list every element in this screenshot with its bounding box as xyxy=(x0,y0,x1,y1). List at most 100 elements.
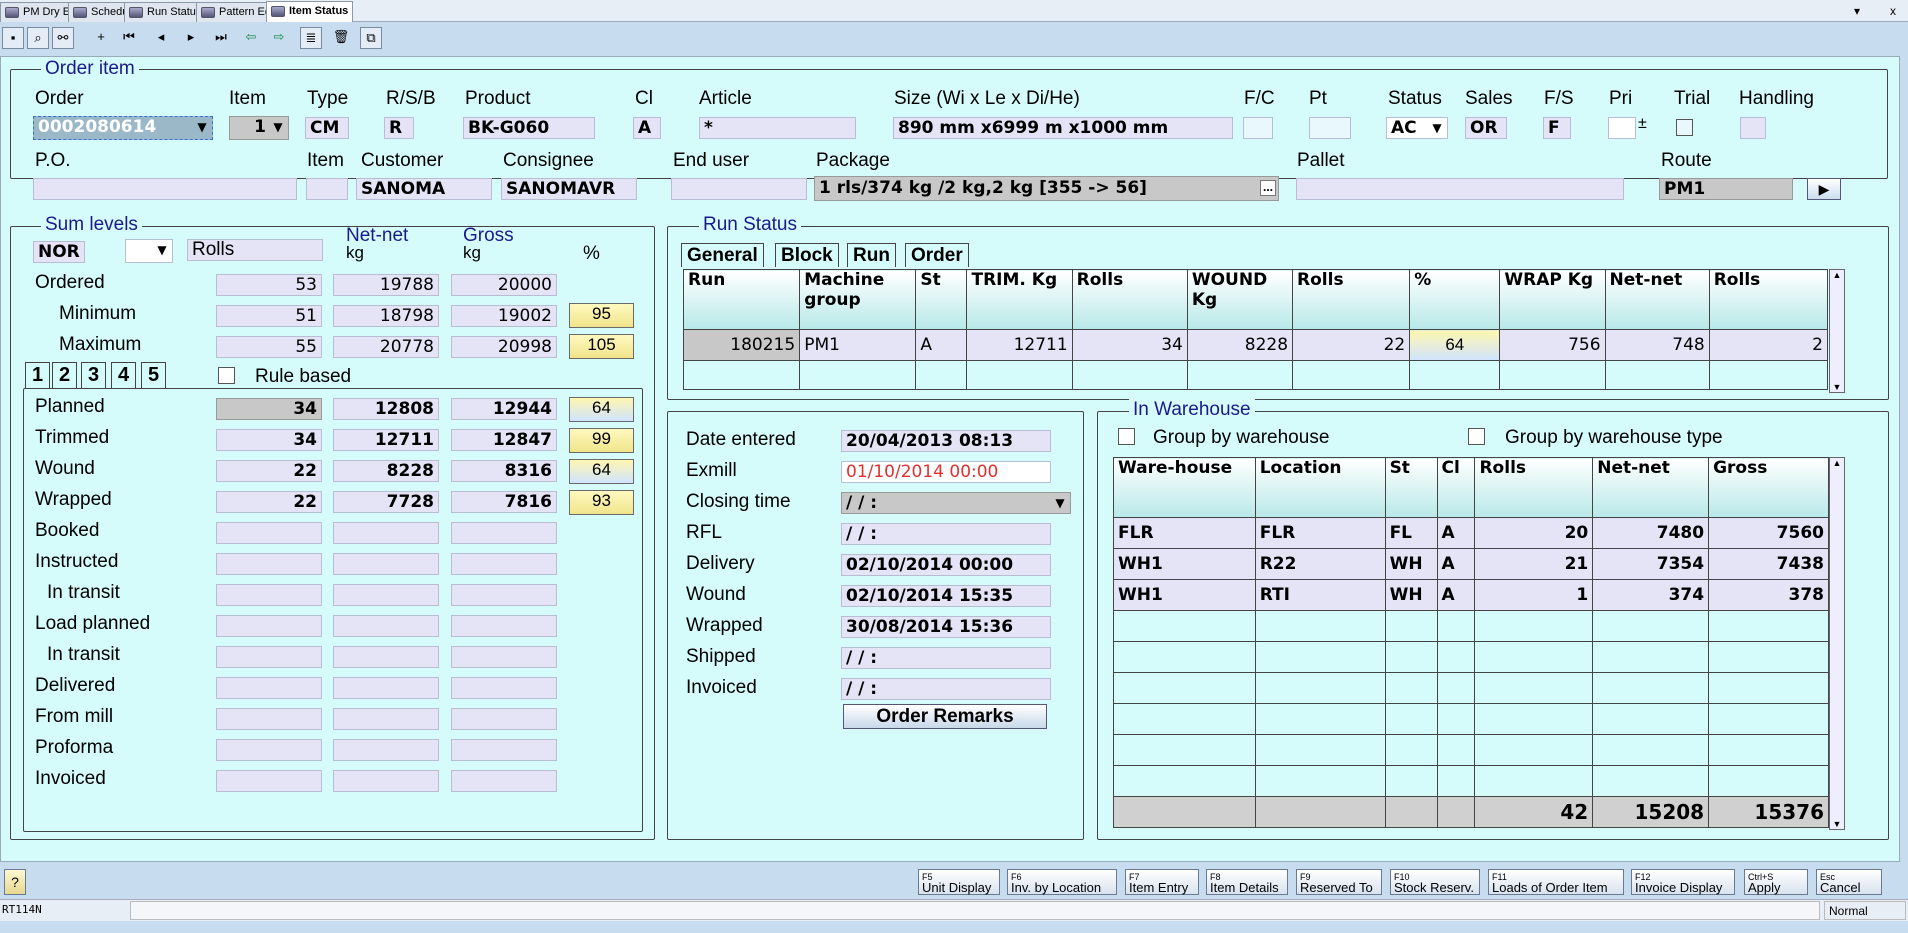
next-icon[interactable]: ▸ xyxy=(180,27,202,49)
sum-rolls-field[interactable]: 53 xyxy=(216,274,322,296)
date-field[interactable]: 20/04/2013 08:13 xyxy=(841,430,1051,452)
table-row[interactable] xyxy=(1113,734,1829,766)
sum-net-field[interactable] xyxy=(333,615,439,637)
sum-gross-field[interactable] xyxy=(451,677,557,699)
sum-net-field[interactable]: 12808 xyxy=(333,398,439,420)
chevron-down-icon[interactable]: ▼ xyxy=(194,119,210,135)
fkey-inv-by-location-button[interactable]: F6 Inv. by Location xyxy=(1007,869,1117,895)
table-row[interactable] xyxy=(1113,703,1829,735)
fkey-cancel-button[interactable]: Esc Cancel xyxy=(1816,869,1882,895)
sum-rolls-field[interactable]: 34 xyxy=(216,398,322,420)
group-by-type-checkbox[interactable] xyxy=(1468,428,1485,445)
sum-gross-field[interactable]: 19002 xyxy=(451,305,557,327)
tab-run[interactable]: Run xyxy=(847,243,896,267)
play-route-button[interactable]: ▶ xyxy=(1807,178,1841,200)
date-field[interactable]: / / : ▼ xyxy=(841,492,1071,514)
warehouse-column-header[interactable]: Cl xyxy=(1436,457,1476,518)
sum-pct-field[interactable]: 99 xyxy=(569,428,634,453)
rule-based-checkbox[interactable] xyxy=(218,367,235,384)
sum-gross-field[interactable] xyxy=(451,615,557,637)
date-field[interactable]: 01/10/2014 00:00 xyxy=(841,461,1051,483)
pt-field[interactable] xyxy=(1309,117,1351,139)
fkey-reserved-to-button[interactable]: F9 Reserved To xyxy=(1296,869,1382,895)
date-field[interactable]: / / : xyxy=(841,678,1051,700)
sum-rolls-field[interactable] xyxy=(216,646,322,668)
binoculars-icon[interactable]: ⚯ xyxy=(52,27,74,49)
sum-rolls-field[interactable]: 51 xyxy=(216,305,322,327)
tab-1[interactable]: 1 xyxy=(25,362,51,388)
tab-run-status[interactable]: Run Status xyxy=(124,2,207,22)
sum-net-field[interactable] xyxy=(333,584,439,606)
sum-pct-field[interactable]: 105 xyxy=(569,334,634,359)
add-icon[interactable]: + xyxy=(90,27,112,49)
sum-pct-field[interactable]: 64 xyxy=(569,459,634,484)
sum-gross-field[interactable]: 20998 xyxy=(451,336,557,358)
fs-field[interactable]: F xyxy=(1543,117,1571,139)
fkey-invoice-display-button[interactable]: F12 Invoice Display xyxy=(1631,869,1735,895)
scroll-down-icon[interactable]: ▼ xyxy=(1830,382,1844,392)
sum-gross-field[interactable] xyxy=(451,770,557,792)
rsb-field[interactable]: R xyxy=(384,117,414,139)
sum-net-field[interactable]: 7728 xyxy=(333,491,439,513)
table-row[interactable]: WH1 RTI WH A 1 374 378 xyxy=(1113,579,1829,611)
scroll-down-icon[interactable]: ▼ xyxy=(1830,819,1844,829)
tab-3[interactable]: 3 xyxy=(81,362,107,388)
sum-net-field[interactable]: 18798 xyxy=(333,305,439,327)
sum-pct-field[interactable]: 64 xyxy=(569,397,634,422)
warehouse-column-header[interactable]: Rolls xyxy=(1474,457,1594,518)
table-row[interactable] xyxy=(682,360,1829,390)
date-field[interactable]: / / : xyxy=(841,523,1051,545)
chevron-down-icon[interactable]: ▼ xyxy=(270,119,286,135)
table-row[interactable]: FLR FLR FL A 20 7480 7560 xyxy=(1113,517,1829,549)
table-row[interactable] xyxy=(1113,672,1829,704)
table-row[interactable]: 180215 PM1 A 12711 34 8228 22 64 756 748 2 xyxy=(682,329,1829,361)
warehouse-column-header[interactable]: Gross xyxy=(1708,457,1829,518)
po-field[interactable] xyxy=(33,178,297,200)
sum-rolls-field[interactable] xyxy=(216,584,322,606)
tab-5[interactable]: 5 xyxy=(141,362,167,388)
customer-field[interactable]: SANOMA xyxy=(356,178,492,200)
sum-gross-field[interactable]: 12847 xyxy=(451,429,557,451)
route-field[interactable]: PM1 xyxy=(1659,178,1793,200)
run-column-header[interactable]: % xyxy=(1409,269,1501,330)
sum-rolls-field[interactable] xyxy=(216,677,322,699)
run-scrollbar[interactable]: ▲ ▼ xyxy=(1829,269,1845,393)
date-field[interactable]: 30/08/2014 15:36 xyxy=(841,616,1051,638)
sum-unit-select[interactable]: ▼ xyxy=(125,239,173,263)
sum-gross-field[interactable]: 8316 xyxy=(451,460,557,482)
fkey-apply-button[interactable]: Ctrl+S Apply xyxy=(1744,869,1808,895)
sum-net-field[interactable] xyxy=(333,553,439,575)
find-icon[interactable]: ⌕ xyxy=(27,27,49,49)
run-column-header[interactable]: Net-net xyxy=(1604,269,1710,330)
first-icon[interactable]: ⏮ xyxy=(118,27,140,49)
chevron-down-icon[interactable]: ▼ xyxy=(154,242,170,258)
sum-gross-field[interactable] xyxy=(451,522,557,544)
sum-gross-field[interactable]: 7816 xyxy=(451,491,557,513)
sum-net-field[interactable]: 19788 xyxy=(333,274,439,296)
fkey-item-entry-button[interactable]: F7 Item Entry xyxy=(1125,869,1199,895)
sum-rolls-field[interactable] xyxy=(216,770,322,792)
sum-net-field[interactable]: 12711 xyxy=(333,429,439,451)
warehouse-column-header[interactable]: Ware-house xyxy=(1113,457,1256,518)
sum-code-field[interactable]: NOR xyxy=(33,241,85,263)
end-user-field[interactable] xyxy=(671,178,807,200)
last-icon[interactable]: ⏭ xyxy=(210,27,232,49)
group-by-warehouse-checkbox[interactable] xyxy=(1118,428,1135,445)
fkey-loads-of-order-item-button[interactable]: F11 Loads of Order Item xyxy=(1488,869,1624,895)
sum-rolls-field[interactable]: 55 xyxy=(216,336,322,358)
sum-rolls-field[interactable] xyxy=(216,708,322,730)
sum-net-field[interactable] xyxy=(333,646,439,668)
sum-gross-field[interactable] xyxy=(451,708,557,730)
pri-field[interactable] xyxy=(1608,117,1636,139)
sum-rolls-field[interactable] xyxy=(216,739,322,761)
forward-icon[interactable]: ⇨ xyxy=(268,27,290,49)
tab-order[interactable]: Order xyxy=(905,243,969,267)
sum-net-field[interactable]: 20778 xyxy=(333,336,439,358)
sum-gross-field[interactable] xyxy=(451,646,557,668)
sum-rolls-field[interactable] xyxy=(216,615,322,637)
spinner-icon[interactable]: ± xyxy=(1638,115,1647,133)
run-column-header[interactable]: Rolls xyxy=(1292,269,1411,330)
run-column-header[interactable]: St xyxy=(915,269,968,330)
sum-net-field[interactable] xyxy=(333,677,439,699)
size-field[interactable]: 890 mm x6999 m x1000 mm xyxy=(893,117,1233,139)
